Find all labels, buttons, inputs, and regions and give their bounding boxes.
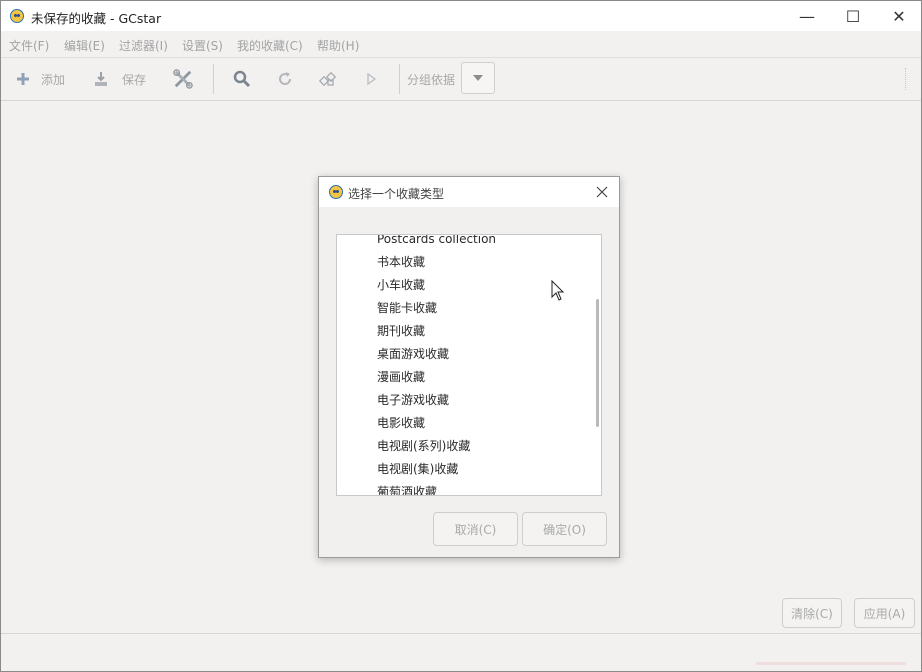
list-item[interactable]: 电影收藏 <box>377 412 425 435</box>
menu-help[interactable]: 帮助(H) <box>317 37 359 54</box>
toolbar: 添加 保存 分组依据 <box>1 57 921 101</box>
random-icon <box>318 69 338 89</box>
list-item[interactable]: 电视剧(系列)收藏 <box>377 435 470 458</box>
toolbar-separator <box>213 64 214 94</box>
tools-icon <box>173 69 193 89</box>
chevron-down-icon <box>473 75 483 81</box>
random-button[interactable] <box>318 58 338 100</box>
list-item[interactable]: 书本收藏 <box>377 251 425 274</box>
list-scrollbar[interactable] <box>596 299 599 427</box>
progress-bar <box>756 662 906 665</box>
maximize-button[interactable]: ☐ <box>830 1 876 31</box>
menu-file[interactable]: 文件(F) <box>9 37 49 54</box>
collection-type-list[interactable]: Postcards collection 书本收藏 小车收藏 智能卡收藏 期刊收… <box>336 234 602 496</box>
gcstar-app-icon <box>329 185 343 199</box>
toolbar-overflow-handle[interactable] <box>905 68 907 90</box>
list-item[interactable]: Postcards collection <box>377 235 496 251</box>
menu-settings[interactable]: 设置(S) <box>182 37 223 54</box>
close-button[interactable]: ✕ <box>876 1 922 31</box>
refresh-icon <box>275 69 295 89</box>
cancel-button[interactable]: 取消(C) <box>433 512 518 546</box>
list-item[interactable]: 期刊收藏 <box>377 320 425 343</box>
menu-bar: 文件(F) 编辑(E) 过滤器(I) 设置(S) 我的收藏(C) 帮助(H) <box>1 32 921 56</box>
minimize-button[interactable]: — <box>784 1 830 31</box>
gcstar-app-icon <box>10 9 24 23</box>
menu-filters[interactable]: 过滤器(I) <box>119 37 168 54</box>
menu-collection[interactable]: 我的收藏(C) <box>237 37 303 54</box>
add-button[interactable]: 添加 <box>13 58 65 100</box>
list-item[interactable]: 智能卡收藏 <box>377 297 437 320</box>
apply-button[interactable]: 应用(A) <box>854 598 915 628</box>
list-item[interactable]: 桌面游戏收藏 <box>377 343 449 366</box>
collection-type-dialog: 选择一个收藏类型 Postcards collection 书本收藏 小车收藏 … <box>318 176 620 558</box>
search-button[interactable] <box>232 58 252 100</box>
list-item[interactable]: 电视剧(集)收藏 <box>377 458 458 481</box>
title-bar: 未保存的收藏 - GCstar — ☐ ✕ <box>1 1 921 31</box>
toolbar-separator <box>399 64 400 94</box>
plus-icon <box>13 69 33 89</box>
play-button[interactable] <box>361 58 381 100</box>
save-icon <box>91 69 111 89</box>
menu-edit[interactable]: 编辑(E) <box>64 37 105 54</box>
add-label: 添加 <box>41 72 66 87</box>
close-icon <box>596 186 608 198</box>
dialog-title: 选择一个收藏类型 <box>348 187 445 201</box>
mouse-cursor-icon <box>551 280 565 301</box>
dialog-title-bar: 选择一个收藏类型 <box>319 177 619 207</box>
properties-button[interactable] <box>173 58 193 100</box>
ok-button[interactable]: 确定(O) <box>522 512 607 546</box>
list-item[interactable]: 漫画收藏 <box>377 366 425 389</box>
save-button[interactable]: 保存 <box>91 58 146 100</box>
refresh-button[interactable] <box>275 58 295 100</box>
status-separator <box>1 633 921 634</box>
list-item[interactable]: 电子游戏收藏 <box>377 389 449 412</box>
list-item[interactable]: 葡萄酒收藏 <box>377 481 437 495</box>
save-label: 保存 <box>122 72 147 87</box>
group-by-label: 分组依据 <box>407 72 456 87</box>
group-by-dropdown[interactable] <box>461 62 495 94</box>
search-icon <box>232 69 252 89</box>
dialog-close-button[interactable] <box>591 181 613 203</box>
clear-button[interactable]: 清除(C) <box>782 598 842 628</box>
window-title: 未保存的收藏 - GCstar <box>31 11 162 26</box>
play-icon <box>361 69 381 89</box>
list-item[interactable]: 小车收藏 <box>377 274 425 297</box>
